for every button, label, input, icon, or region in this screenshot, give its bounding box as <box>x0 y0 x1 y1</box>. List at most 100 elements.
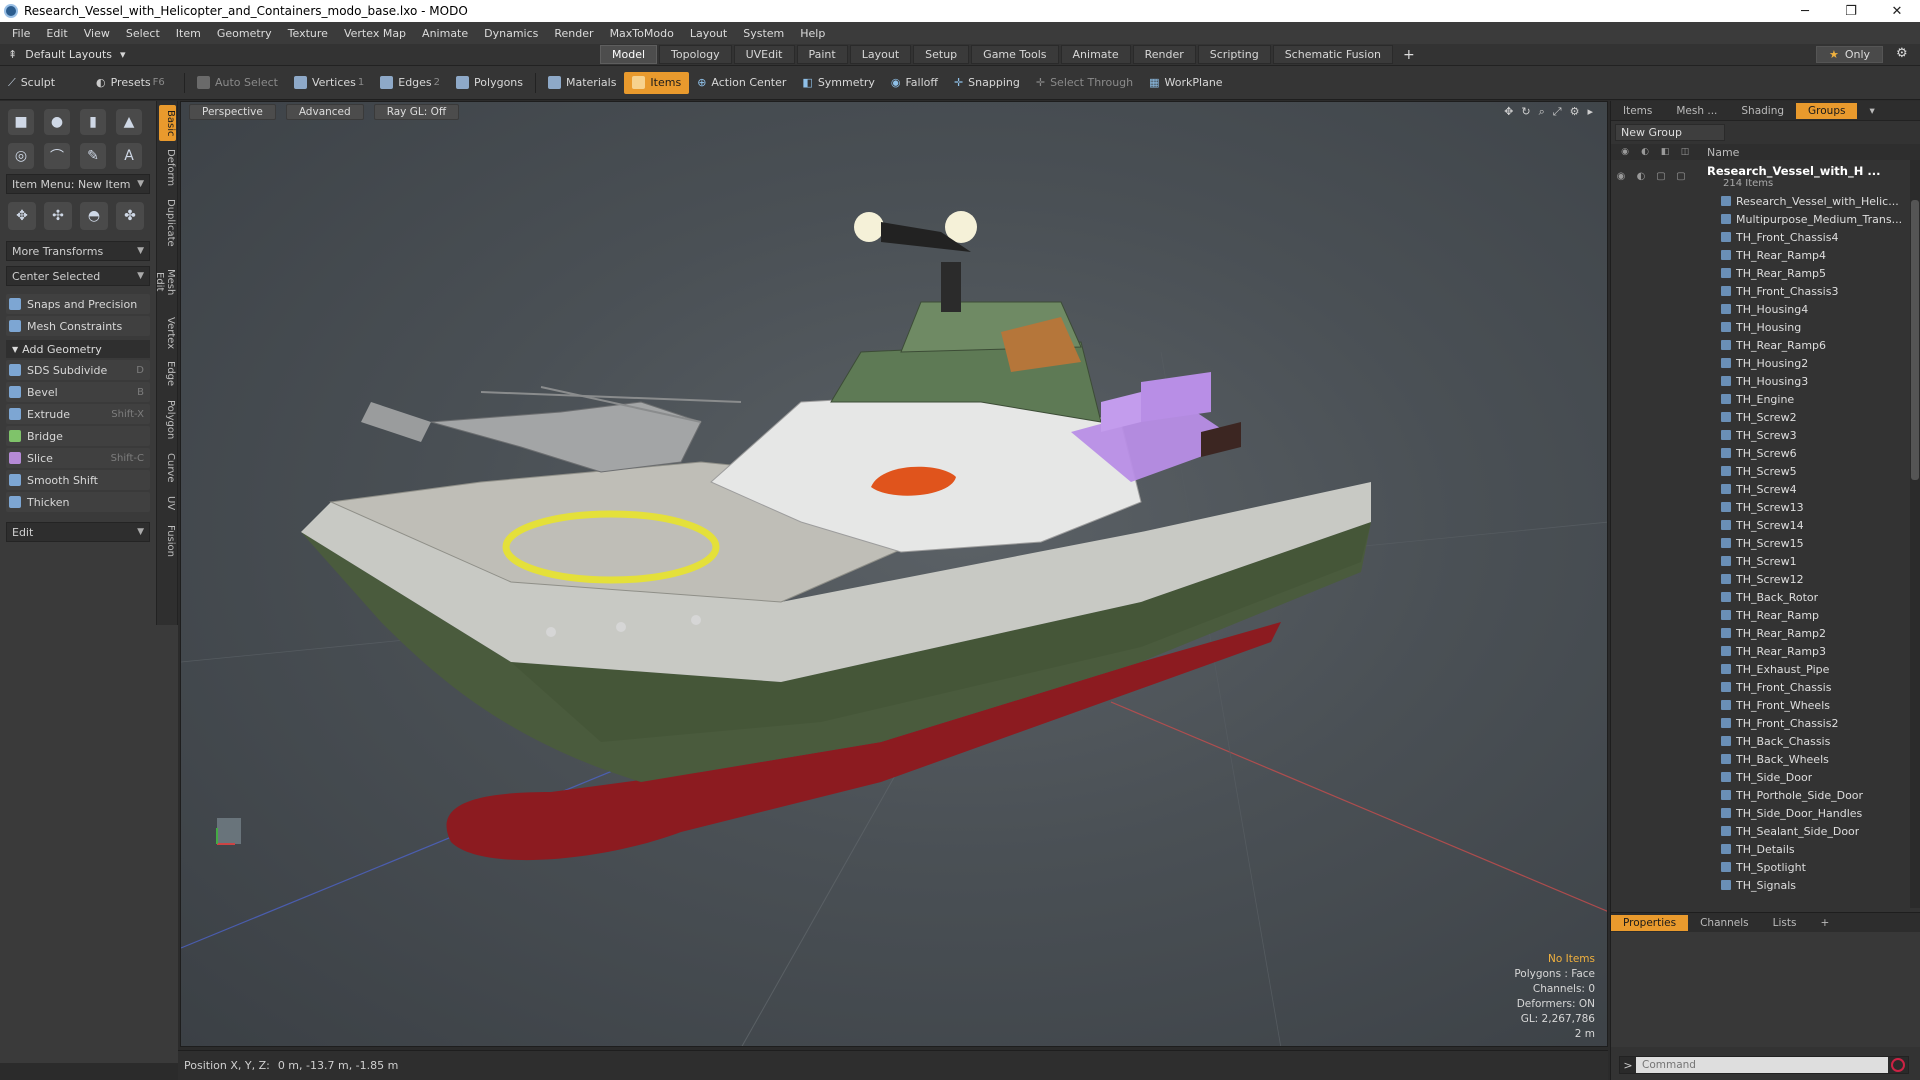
list-item[interactable]: Multipurpose_Medium_Trans... <box>1611 210 1920 228</box>
list-item[interactable]: TH_Sealant_Side_Door <box>1611 822 1920 840</box>
gear-icon[interactable]: ⚙ <box>1896 46 1908 61</box>
select-icon[interactable]: ▢ <box>1671 171 1691 182</box>
auto-select-button[interactable]: Auto Select <box>189 72 286 94</box>
zoom-icon[interactable]: ⌕ <box>1539 105 1545 119</box>
tab-lists[interactable]: Lists <box>1761 915 1809 931</box>
falloff-button[interactable]: ◉ Falloff <box>883 72 946 94</box>
list-item[interactable]: TH_Front_Chassis2 <box>1611 714 1920 732</box>
add-geometry-header[interactable]: ▼ Add Geometry <box>6 340 150 358</box>
list-item[interactable]: TH_Side_Door_Handles <box>1611 804 1920 822</box>
lock-icon[interactable]: ▢ <box>1651 171 1671 182</box>
record-icon[interactable] <box>1891 1058 1905 1072</box>
list-item[interactable]: TH_Back_Chassis <box>1611 732 1920 750</box>
raygl-button[interactable]: Ray GL: Off <box>373 104 460 120</box>
cylinder-icon[interactable]: ▮ <box>80 109 106 135</box>
materials-button[interactable]: Materials <box>540 72 624 94</box>
list-item[interactable]: TH_Housing <box>1611 318 1920 336</box>
rotate-icon[interactable]: ✣ <box>44 202 72 230</box>
advanced-button[interactable]: Advanced <box>285 104 364 120</box>
more-transforms-dropdown[interactable]: More Transforms ▼ <box>6 241 150 261</box>
menu-file[interactable]: File <box>4 27 38 40</box>
tab-animate[interactable]: Animate <box>1060 45 1131 64</box>
list-item[interactable]: TH_Screw2 <box>1611 408 1920 426</box>
list-item[interactable]: TH_Screw12 <box>1611 570 1920 588</box>
vtab-curve[interactable]: Curve <box>159 449 176 487</box>
menu-animate[interactable]: Animate <box>414 27 476 40</box>
tool-bridge[interactable]: Bridge <box>6 426 150 446</box>
vtab-basic[interactable]: Basic <box>159 105 176 141</box>
vtab-edge[interactable]: Edge <box>159 357 176 391</box>
pan-icon[interactable]: ✥ <box>1504 105 1513 119</box>
list-item[interactable]: TH_Details <box>1611 840 1920 858</box>
list-item[interactable]: TH_Back_Rotor <box>1611 588 1920 606</box>
snapping-button[interactable]: ✛ Snapping <box>946 72 1028 94</box>
scale-icon[interactable]: ◓ <box>80 202 108 230</box>
list-item[interactable]: TH_Signals <box>1611 876 1920 894</box>
visibility-icon[interactable]: ◉ <box>1615 147 1635 157</box>
list-item[interactable]: TH_Screw14 <box>1611 516 1920 534</box>
command-input[interactable] <box>1636 1057 1888 1073</box>
tree-scroll-thumb[interactable] <box>1911 200 1919 480</box>
list-item[interactable]: TH_Spotlight <box>1611 858 1920 876</box>
tool-extrude[interactable]: Extrude Shift-X <box>6 404 150 424</box>
vtab-polygon[interactable]: Polygon <box>159 395 176 445</box>
list-item[interactable]: TH_Front_Chassis4 <box>1611 228 1920 246</box>
tab-uvedit[interactable]: UVEdit <box>733 45 795 64</box>
edit-dropdown[interactable]: Edit ▼ <box>6 522 150 542</box>
sculpt-button[interactable]: ⟋ Sculpt <box>0 72 88 94</box>
list-item[interactable]: TH_Rear_Ramp3 <box>1611 642 1920 660</box>
tab-topology[interactable]: Topology <box>659 45 732 64</box>
vtab-duplicate[interactable]: Duplicate <box>159 195 176 251</box>
menu-render[interactable]: Render <box>546 27 601 40</box>
tab-model[interactable]: Model <box>600 45 658 64</box>
list-item[interactable]: TH_Exhaust_Pipe <box>1611 660 1920 678</box>
tab-mesh[interactable]: Mesh ... <box>1664 103 1729 119</box>
mesh-constraints-button[interactable]: Mesh Constraints <box>6 316 150 336</box>
tab-properties[interactable]: Properties <box>1611 914 1689 931</box>
tab-render[interactable]: Render <box>1132 45 1196 64</box>
name-column-header[interactable]: Name <box>1707 146 1739 159</box>
menu-texture[interactable]: Texture <box>280 27 336 40</box>
lock-icon[interactable]: ◧ <box>1655 147 1675 157</box>
symmetry-button[interactable]: ◧ Symmetry <box>794 72 882 94</box>
presets-button[interactable]: ◐ Presets F6 <box>88 72 180 94</box>
menu-maxtomodo[interactable]: MaxToModo <box>602 27 682 40</box>
minimize-button[interactable]: ─ <box>1782 0 1828 22</box>
add-tab-button[interactable]: + <box>1808 915 1841 931</box>
list-item[interactable]: TH_Screw6 <box>1611 444 1920 462</box>
tab-groups[interactable]: Groups <box>1796 102 1858 119</box>
close-button[interactable]: ✕ <box>1874 0 1920 22</box>
list-item[interactable]: TH_Screw13 <box>1611 498 1920 516</box>
tab-paint[interactable]: Paint <box>796 45 848 64</box>
workplane-button[interactable]: ▦ WorkPlane <box>1141 72 1230 94</box>
fit-icon[interactable]: ⤢ <box>1553 105 1562 119</box>
polygons-button[interactable]: Polygons <box>448 72 531 94</box>
visibility-icon[interactable]: ◉ <box>1611 171 1631 182</box>
list-item[interactable]: TH_Screw15 <box>1611 534 1920 552</box>
render-icon[interactable]: ◐ <box>1631 171 1651 182</box>
list-item[interactable]: TH_Screw4 <box>1611 480 1920 498</box>
cube-icon[interactable]: ■ <box>8 109 34 135</box>
torus-icon[interactable]: ◎ <box>8 143 34 169</box>
menu-dynamics[interactable]: Dynamics <box>476 27 546 40</box>
list-item[interactable]: TH_Rear_Ramp6 <box>1611 336 1920 354</box>
tool-smooth-shift[interactable]: Smooth Shift <box>6 470 150 490</box>
tab-game-tools[interactable]: Game Tools <box>971 45 1059 64</box>
menu-system[interactable]: System <box>735 27 792 40</box>
tab-layout[interactable]: Layout <box>849 45 912 64</box>
list-item[interactable]: TH_Screw5 <box>1611 462 1920 480</box>
center-selected-dropdown[interactable]: Center Selected ▼ <box>6 266 150 286</box>
tab-setup[interactable]: Setup <box>913 45 970 64</box>
sphere-icon[interactable]: ● <box>44 109 70 135</box>
capsule-icon[interactable]: ⌒ <box>44 143 70 169</box>
tab-scripting[interactable]: Scripting <box>1197 45 1271 64</box>
list-item[interactable]: TH_Housing2 <box>1611 354 1920 372</box>
list-item[interactable]: TH_Rear_Ramp <box>1611 606 1920 624</box>
expand-icon[interactable]: ▸ <box>1587 105 1593 119</box>
group-row[interactable]: ◉ ◐ ▢ ▢ Research_Vessel_with_H ... 214 I… <box>1611 160 1920 192</box>
select-through-button[interactable]: ✛ Select Through <box>1028 72 1141 94</box>
vtab-mesh-edit[interactable]: Mesh Edit <box>154 255 176 309</box>
tab-channels[interactable]: Channels <box>1688 915 1761 931</box>
menu-select[interactable]: Select <box>118 27 168 40</box>
items-button[interactable]: Items <box>624 71 690 94</box>
